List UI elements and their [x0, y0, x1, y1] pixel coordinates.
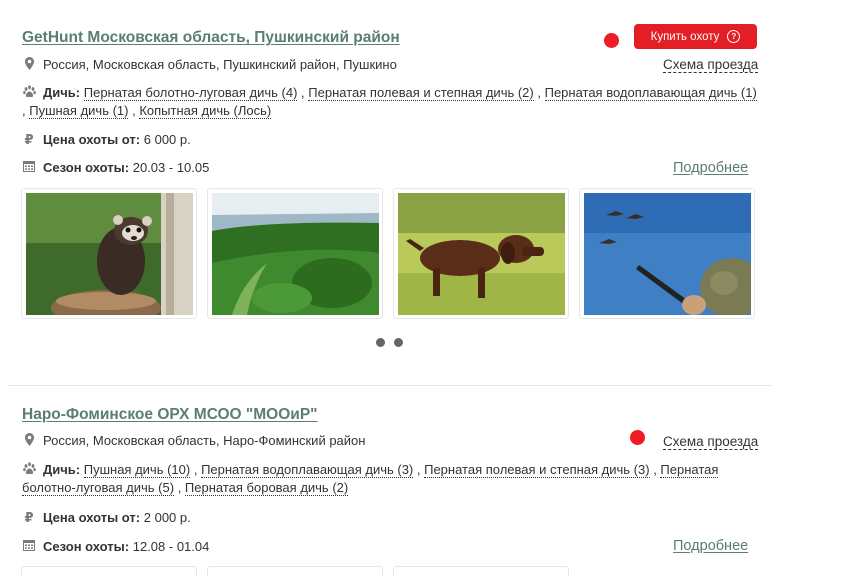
question-circle-icon: ? [727, 30, 741, 43]
ferret-image [26, 193, 193, 315]
buy-hunt-button[interactable]: Купить охоту ? [634, 24, 757, 49]
price-label: Цена охоты от: [43, 510, 141, 525]
carousel-dot[interactable] [394, 338, 403, 347]
season-label: Сезон охоты: [43, 539, 130, 554]
calendar-icon [22, 539, 36, 554]
listing-card: Наро-Фоминское ОРХ МСОО "МООиР" Россия, … [22, 406, 759, 554]
game-link[interactable]: Пушная дичь (1) [29, 103, 129, 119]
game-label: Дичь: [43, 85, 81, 100]
season-value: 12.08 - 01.04 [132, 539, 210, 554]
hunting-dog-image [398, 193, 565, 315]
ruble-icon: ₽ [24, 510, 34, 525]
status-dot [604, 33, 619, 48]
season-label: Сезон охоты: [43, 160, 130, 175]
duck-hunter-image [584, 193, 751, 315]
carousel-dot[interactable] [376, 338, 385, 347]
status-dot [630, 430, 645, 445]
listing-title-link[interactable]: Наро-Фоминское ОРХ МСОО "МООиР" [22, 406, 318, 424]
listing-card: GetHunt Московская область, Пушкинский р… [0, 0, 849, 385]
forest-landscape-image [212, 193, 379, 315]
route-map-link[interactable]: Схема проезда [663, 57, 759, 73]
listing-title-link[interactable]: GetHunt Московская область, Пушкинский р… [22, 29, 400, 47]
game-link[interactable]: Пернатая полевая и степная дичь (3) [424, 462, 650, 478]
game-link[interactable]: Пернатая водоплавающая дичь (3) [201, 462, 414, 478]
photo-thumbnail-ferret[interactable] [21, 188, 197, 319]
route-map-link[interactable]: Схема проезда [663, 434, 759, 450]
details-link[interactable]: Подробнее [673, 160, 748, 176]
photo-thumbnail-forest[interactable] [207, 188, 383, 319]
calendar-icon [22, 160, 36, 175]
game-link[interactable]: Пернатая полевая и степная дичь (2) [308, 85, 534, 101]
price-label: Цена охоты от: [43, 132, 141, 147]
photo-thumbnail[interactable] [393, 566, 569, 576]
photo-thumbnail[interactable] [21, 566, 197, 576]
photo-thumbnail[interactable] [207, 566, 383, 576]
address-text: Россия, Московская область, Пушкинский р… [43, 57, 397, 72]
map-marker-icon [22, 57, 36, 73]
map-marker-icon [22, 433, 36, 449]
season-value: 20.03 - 10.05 [132, 160, 210, 175]
price-value: 2 000 р. [143, 510, 191, 525]
game-label: Дичь: [43, 462, 81, 477]
buy-hunt-label: Купить охоту [650, 30, 720, 43]
photo-thumbnail-duck-hunting[interactable] [579, 188, 755, 319]
game-link[interactable]: Пушная дичь (10) [83, 462, 191, 478]
details-link[interactable]: Подробнее [673, 538, 748, 554]
game-link[interactable]: Пернатая водоплавающая дичь (1) [544, 85, 757, 101]
game-link[interactable]: Пернатая боровая дичь (2) [184, 480, 349, 496]
price-value: 6 000 р. [143, 132, 191, 147]
address-text: Россия, Московская область, Наро-Фоминск… [43, 433, 366, 448]
ruble-icon: ₽ [24, 132, 34, 147]
photo-thumbnail-dog[interactable] [393, 188, 569, 319]
game-link[interactable]: Пернатая болотно-луговая дичь (4) [83, 85, 298, 101]
game-link[interactable]: Копытная дичь (Лось) [139, 103, 272, 119]
